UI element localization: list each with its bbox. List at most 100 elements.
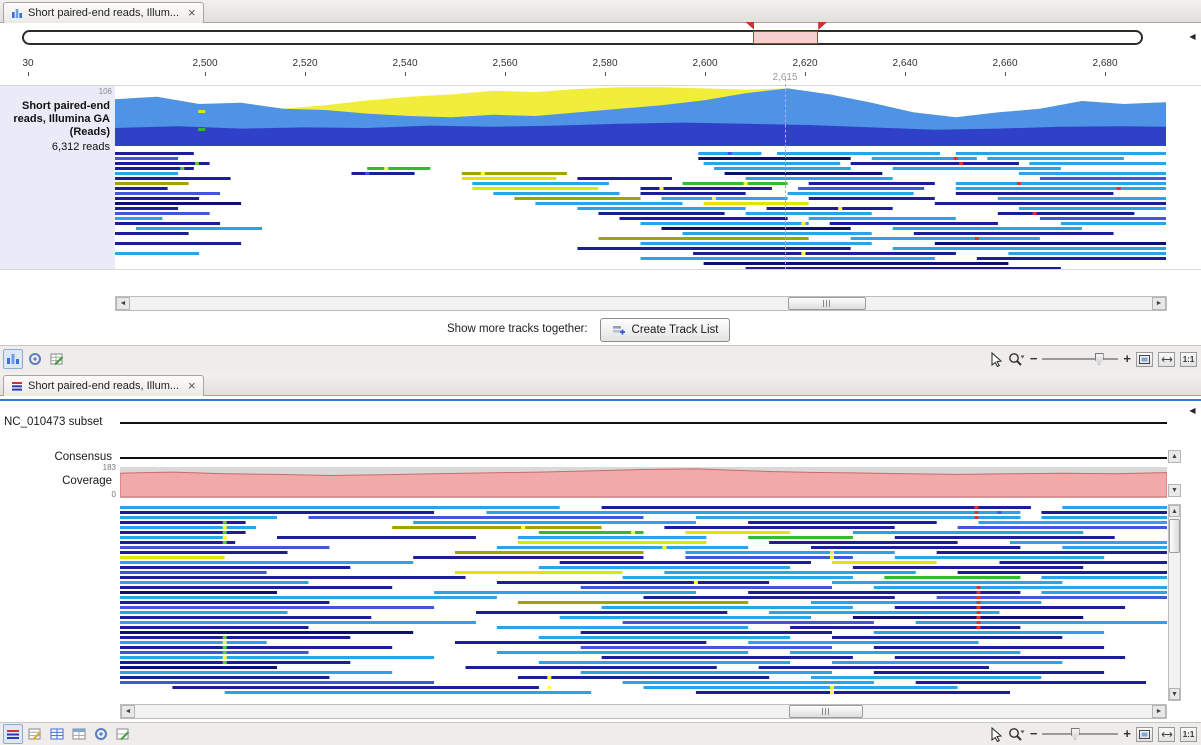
read-segment[interactable] — [309, 516, 644, 519]
read-segment[interactable] — [120, 681, 434, 684]
read-segment[interactable] — [853, 566, 1083, 569]
read-segment[interactable] — [514, 197, 640, 200]
read-segment[interactable] — [832, 661, 1062, 664]
selection-right-marker-icon[interactable] — [818, 22, 827, 30]
track-view-mode-button[interactable] — [3, 349, 23, 369]
read-segment[interactable] — [120, 586, 392, 589]
read-segment[interactable] — [581, 631, 832, 634]
read-segment[interactable] — [115, 157, 178, 160]
read-segment[interactable] — [120, 536, 225, 539]
read-segment[interactable] — [956, 182, 1166, 185]
read-segment[interactable] — [539, 566, 790, 569]
read-segment[interactable] — [115, 192, 220, 195]
read-segment[interactable] — [120, 626, 309, 629]
read-segment[interactable] — [581, 646, 832, 649]
bottom-tab[interactable]: Short paired-end reads, Illum... × — [3, 375, 204, 396]
read-segment[interactable] — [714, 167, 851, 170]
read-segment[interactable] — [725, 172, 883, 175]
scroll-left-icon[interactable]: ◄ — [116, 297, 130, 310]
read-segment[interactable] — [998, 197, 1166, 200]
read-segment[interactable] — [115, 172, 178, 175]
read-segment[interactable] — [518, 541, 707, 544]
read-segment[interactable] — [602, 656, 853, 659]
read-segment[interactable] — [493, 192, 619, 195]
zoom-100-button[interactable]: 1:1 — [1180, 352, 1197, 367]
read-segment[interactable] — [497, 651, 748, 654]
read-segment[interactable] — [120, 671, 392, 674]
read-segment[interactable] — [809, 182, 935, 185]
fit-width-button[interactable] — [1136, 727, 1153, 742]
read-segment[interactable] — [120, 621, 476, 624]
read-segment[interactable] — [958, 526, 1167, 529]
read-segment[interactable] — [577, 247, 850, 250]
read-segment[interactable] — [683, 232, 872, 235]
read-segment[interactable] — [1041, 511, 1167, 514]
read-segment[interactable] — [602, 606, 853, 609]
reads-canvas[interactable] — [120, 504, 1167, 701]
read-segment[interactable] — [115, 252, 199, 255]
read-segment[interactable] — [895, 656, 1125, 659]
read-segment[interactable] — [455, 571, 623, 574]
top-horizontal-scrollbar[interactable]: ◄ ► — [115, 296, 1167, 311]
read-segment[interactable] — [120, 546, 329, 549]
read-segment[interactable] — [581, 586, 832, 589]
bottom-tab-close-icon[interactable]: × — [188, 381, 196, 391]
read-segment[interactable] — [748, 521, 937, 524]
read-segment[interactable] — [115, 187, 168, 190]
collapse-panel-icon[interactable]: ◀ — [1186, 404, 1199, 416]
read-segment[interactable] — [120, 576, 466, 579]
read-segment[interactable] — [916, 621, 1167, 624]
read-segment[interactable] — [1019, 207, 1166, 210]
read-segment[interactable] — [790, 651, 1020, 654]
read-segment[interactable] — [518, 601, 748, 604]
read-segment[interactable] — [413, 556, 643, 559]
zoom-slider-thumb[interactable] — [1095, 353, 1104, 365]
read-segment[interactable] — [956, 152, 1166, 155]
read-segment[interactable] — [704, 202, 809, 205]
read-segment[interactable] — [120, 541, 235, 544]
zoom-out-minus[interactable]: − — [1030, 353, 1038, 365]
read-segment[interactable] — [539, 636, 790, 639]
read-segment[interactable] — [832, 581, 1062, 584]
overview-mode-button[interactable] — [91, 724, 111, 744]
read-segment[interactable] — [956, 192, 1114, 195]
read-segment[interactable] — [935, 242, 1166, 245]
read-segment[interactable] — [696, 691, 1010, 694]
read-segment[interactable] — [352, 172, 415, 175]
collapse-panel-icon[interactable]: ◀ — [1186, 30, 1199, 42]
read-segment[interactable] — [1019, 172, 1166, 175]
read-segment[interactable] — [120, 651, 309, 654]
read-segment[interactable] — [115, 232, 189, 235]
scroll-up-icon[interactable]: ▲ — [1168, 450, 1181, 463]
zoom-out-minus[interactable]: − — [1030, 728, 1038, 740]
read-segment[interactable] — [518, 536, 707, 539]
read-segment[interactable] — [120, 646, 392, 649]
read-segment[interactable] — [434, 591, 696, 594]
read-segment[interactable] — [623, 576, 853, 579]
read-segment[interactable] — [811, 601, 1041, 604]
read-segment[interactable] — [748, 641, 978, 644]
annotation-table-button[interactable] — [47, 349, 67, 369]
read-segment[interactable] — [662, 227, 851, 230]
read-segment[interactable] — [685, 531, 790, 534]
read-segment[interactable] — [746, 177, 893, 180]
read-segment[interactable] — [539, 661, 790, 664]
reads-track-canvas[interactable] — [115, 86, 1166, 269]
scroll-left-icon[interactable]: ◄ — [121, 705, 135, 718]
read-segment[interactable] — [641, 242, 872, 245]
read-segment[interactable] — [392, 526, 601, 529]
read-segment[interactable] — [577, 207, 745, 210]
zoom-slider-thumb[interactable] — [1071, 728, 1080, 740]
read-segment[interactable] — [662, 197, 788, 200]
read-segment[interactable] — [874, 671, 1104, 674]
read-segment[interactable] — [476, 611, 727, 614]
read-segment[interactable] — [777, 152, 940, 155]
read-segment[interactable] — [998, 212, 1135, 215]
read-segment[interactable] — [120, 581, 309, 584]
read-segment[interactable] — [769, 541, 958, 544]
read-segment[interactable] — [120, 511, 434, 514]
read-segment[interactable] — [115, 222, 220, 225]
read-segment[interactable] — [790, 626, 1020, 629]
read-segment[interactable] — [1040, 217, 1166, 220]
read-segment[interactable] — [497, 581, 769, 584]
